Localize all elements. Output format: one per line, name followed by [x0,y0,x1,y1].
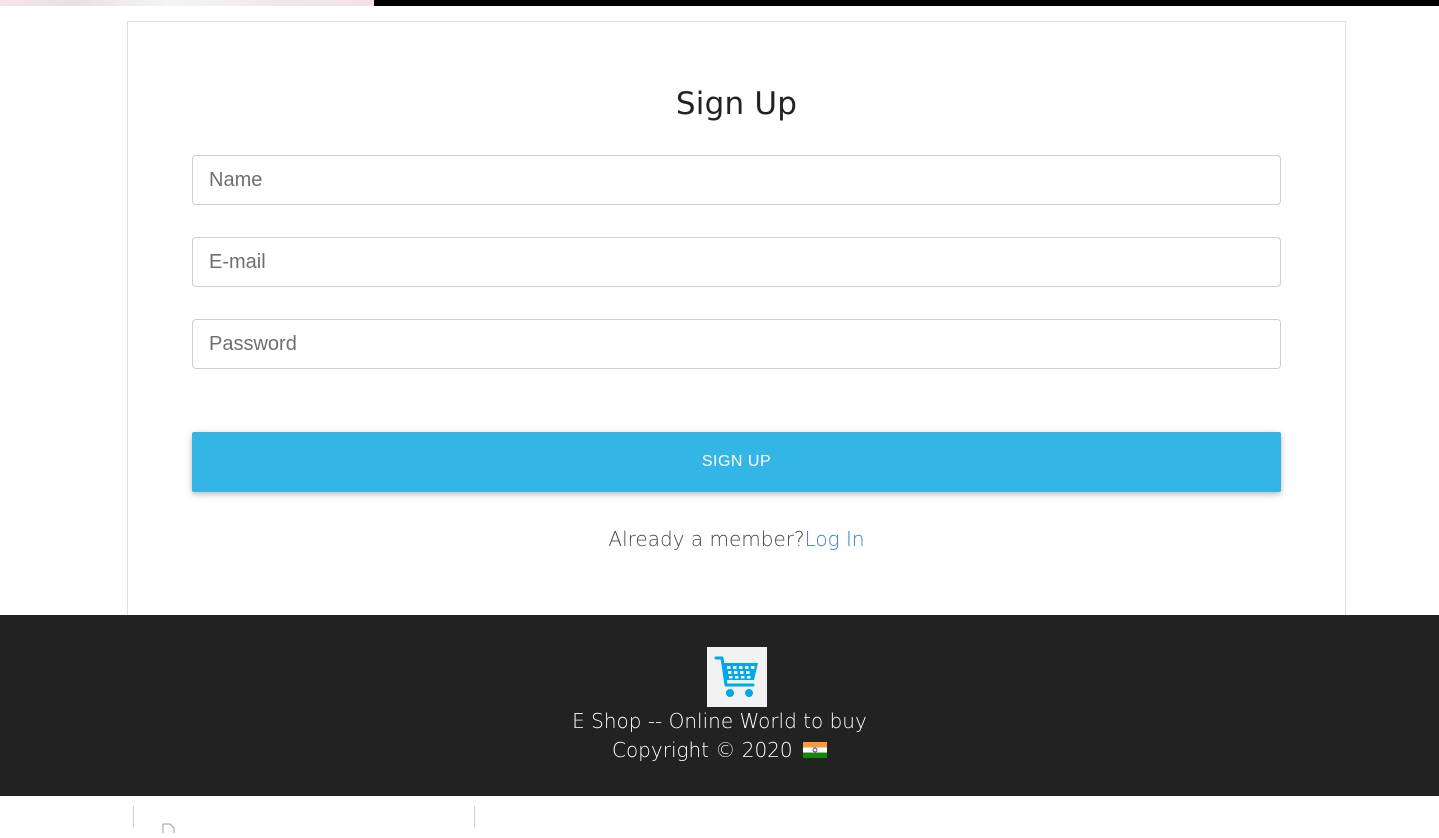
bottom-panel [0,796,1439,833]
bottom-divider [474,806,475,827]
member-prompt-text: Already a member? [608,527,805,551]
shopping-cart-icon [707,647,767,707]
top-banner-image-edge [0,0,374,6]
page-title: Sign Up [675,86,798,122]
footer-copyright: Copyright © 2020 [611,738,793,762]
file-icon [162,820,176,833]
password-input[interactable] [192,319,1281,369]
footer-tagline: E Shop -- Online World to buy [572,709,867,733]
bottom-divider [133,806,134,827]
signup-card: Sign Up SIGN UP Already a member?Log In [127,21,1346,621]
india-flag-icon [803,739,827,758]
email-input[interactable] [192,237,1281,287]
top-banner-strip [0,0,1439,6]
login-prompt: Already a member?Log In [128,527,1345,551]
name-input[interactable] [192,155,1281,205]
footer-copyright-row: Copyright © 2020 [0,738,1439,762]
site-footer: E Shop -- Online World to buy Copyright … [0,615,1439,796]
login-link[interactable]: Log In [805,527,865,551]
top-banner-dark-edge [374,0,1439,6]
signup-button[interactable]: SIGN UP [192,432,1281,492]
